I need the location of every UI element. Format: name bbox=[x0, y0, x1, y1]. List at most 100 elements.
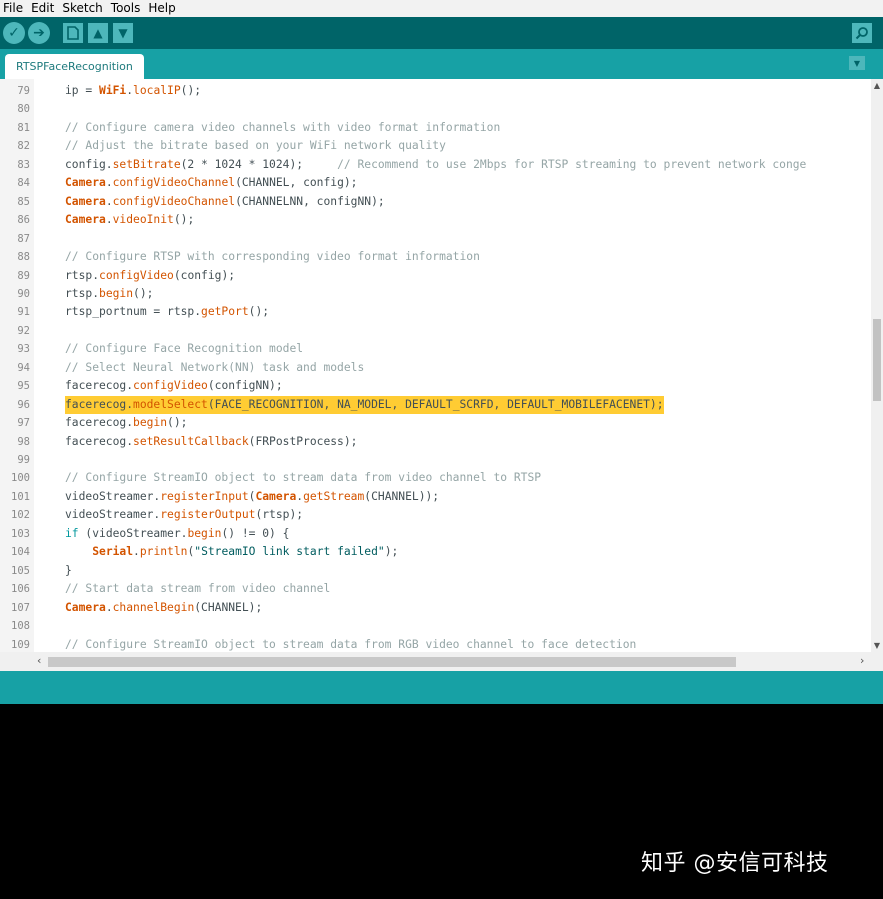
code-editor[interactable]: 79 ip = WiFi.localIP(); 80 81 // Configure c… bbox=[0, 79, 883, 652]
code-line[interactable]: 79 ip = WiFi.localIP(); bbox=[0, 82, 871, 100]
code-line[interactable]: 92 bbox=[0, 322, 871, 340]
menu-file[interactable]: File bbox=[0, 0, 28, 17]
vertical-scroll-thumb[interactable] bbox=[873, 319, 881, 401]
line-code: facerecog.configVideo(configNN); bbox=[65, 379, 283, 393]
code-line[interactable]: 88 // Configure RTSP with corresponding v… bbox=[0, 248, 871, 266]
line-code: facerecog.setResultCallback(FRPostProces… bbox=[65, 434, 358, 448]
line-code: // Adjust the bitrate based on your WiFi… bbox=[65, 139, 446, 153]
code-line[interactable]: 99 bbox=[0, 451, 871, 469]
code-line[interactable]: 80 bbox=[0, 100, 871, 118]
new-button[interactable] bbox=[63, 23, 83, 43]
chevron-down-icon: ▼ bbox=[853, 58, 861, 68]
code-line[interactable]: 109 // Configure StreamIO object to strea… bbox=[0, 636, 871, 653]
line-number: 80 bbox=[17, 103, 30, 116]
line-number: 106 bbox=[11, 583, 30, 596]
line-code: Serial.println("StreamIO link start fail… bbox=[92, 545, 399, 559]
line-code: facerecog.modelSelect(FACE_RECOGNITION, … bbox=[65, 395, 664, 414]
line-number: 91 bbox=[17, 306, 30, 319]
line-code: rtsp.begin(); bbox=[65, 286, 154, 300]
line-number: 104 bbox=[11, 546, 30, 559]
line-code: // Configure Face Recognition model bbox=[65, 342, 304, 356]
line-number: 109 bbox=[11, 638, 30, 651]
code-line[interactable]: 108 bbox=[0, 617, 871, 635]
menu-edit[interactable]: Edit bbox=[28, 0, 59, 17]
open-button[interactable]: ▲ bbox=[88, 23, 108, 43]
code-line[interactable]: 106 // Start data stream from video chann… bbox=[0, 580, 871, 598]
line-code: facerecog.begin(); bbox=[65, 416, 188, 430]
code-line[interactable]: 89 rtsp.configVideo(config); bbox=[0, 267, 871, 285]
line-number: 81 bbox=[17, 121, 30, 134]
line-number: 85 bbox=[17, 195, 30, 208]
verify-button[interactable]: ✓ bbox=[3, 22, 25, 44]
line-code: // Start data stream from video channel bbox=[65, 582, 331, 596]
line-number: 87 bbox=[17, 232, 30, 245]
code-line[interactable]: 90 rtsp.begin(); bbox=[0, 285, 871, 303]
line-number: 96 bbox=[17, 398, 30, 411]
menu-sketch[interactable]: Sketch bbox=[59, 0, 107, 17]
upload-button[interactable]: ➔ bbox=[28, 22, 50, 44]
line-number: 88 bbox=[17, 251, 30, 264]
vertical-scrollbar[interactable]: ▲ ▼ bbox=[871, 79, 883, 652]
code-line[interactable]: 91 rtsp_portnum = rtsp.getPort(); bbox=[0, 303, 871, 321]
line-number: 95 bbox=[17, 380, 30, 393]
code-line[interactable]: 95 facerecog.configVideo(configNN); bbox=[0, 377, 871, 395]
arrow-right-icon: ➔ bbox=[33, 25, 45, 41]
scroll-right-icon[interactable]: › bbox=[860, 654, 864, 667]
line-code: Camera.channelBegin(CHANNEL); bbox=[65, 600, 263, 614]
scroll-left-icon[interactable]: ‹ bbox=[37, 654, 41, 667]
line-code: } bbox=[65, 563, 72, 577]
line-number: 108 bbox=[11, 620, 30, 633]
code-line[interactable]: 86 Camera.videoInit(); bbox=[0, 211, 871, 229]
file-icon bbox=[67, 26, 79, 40]
menu-help[interactable]: Help bbox=[145, 0, 180, 17]
code-line[interactable]: 84 Camera.configVideoChannel(CHANNEL, con… bbox=[0, 174, 871, 192]
serial-monitor-button[interactable] bbox=[852, 23, 872, 43]
arrow-down-icon: ▼ bbox=[118, 26, 128, 40]
code-line[interactable]: 104 Serial.println("StreamIO link start … bbox=[0, 543, 871, 561]
code-line[interactable]: 107 Camera.channelBegin(CHANNEL); bbox=[0, 599, 871, 617]
line-number: 98 bbox=[17, 435, 30, 448]
menu-tools[interactable]: Tools bbox=[108, 0, 146, 17]
line-number: 103 bbox=[11, 527, 30, 540]
line-number: 86 bbox=[17, 214, 30, 227]
code-line[interactable]: 81 // Configure camera video channels wit… bbox=[0, 119, 871, 137]
code-line[interactable]: 94 // Select Neural Network(NN) task and … bbox=[0, 359, 871, 377]
code-line[interactable]: 87 bbox=[0, 230, 871, 248]
line-code: Camera.configVideoChannel(CHANNELNN, con… bbox=[65, 194, 385, 208]
code-line[interactable]: 97 facerecog.begin(); bbox=[0, 414, 871, 432]
line-number: 89 bbox=[17, 269, 30, 282]
magnifier-icon bbox=[855, 27, 868, 40]
code-line[interactable]: 101 videoStreamer.registerInput(Camera.ge… bbox=[0, 488, 871, 506]
save-button[interactable]: ▼ bbox=[113, 23, 133, 43]
scroll-up-icon[interactable]: ▲ bbox=[871, 81, 883, 90]
tab-rtspfacerecognition[interactable]: RTSPFaceRecognition bbox=[5, 54, 144, 79]
code-line[interactable]: 98 facerecog.setResultCallback(FRPostProc… bbox=[0, 433, 871, 451]
line-number: 107 bbox=[11, 601, 30, 614]
line-number: 99 bbox=[17, 454, 30, 466]
code-line[interactable]: 100 // Configure StreamIO object to strea… bbox=[0, 469, 871, 487]
watermark: 知乎 @安信可科技 bbox=[641, 851, 829, 876]
line-number: 100 bbox=[11, 472, 30, 485]
code-line[interactable]: 103 if (videoStreamer.begin() != 0) { bbox=[0, 525, 871, 543]
horizontal-scroll-thumb[interactable] bbox=[48, 657, 736, 667]
horizontal-scrollbar[interactable]: ‹ › bbox=[0, 652, 883, 671]
tab-menu-button[interactable]: ▼ bbox=[849, 56, 865, 70]
line-code: Camera.videoInit(); bbox=[65, 213, 195, 227]
code-line[interactable]: 83 config.setBitrate(2 * 1024 * 1024); //… bbox=[0, 156, 871, 174]
line-number: 79 bbox=[17, 85, 30, 97]
scroll-down-icon[interactable]: ▼ bbox=[871, 641, 883, 650]
line-code: Camera.configVideoChannel(CHANNEL, confi… bbox=[65, 176, 358, 190]
code-line[interactable]: 93 // Configure Face Recognition model bbox=[0, 340, 871, 358]
line-code: rtsp_portnum = rtsp.getPort(); bbox=[65, 305, 270, 319]
line-number: 105 bbox=[11, 564, 30, 577]
line-number: 90 bbox=[17, 287, 30, 300]
check-icon: ✓ bbox=[8, 25, 20, 41]
code-line[interactable]: 82 // Adjust the bitrate based on your Wi… bbox=[0, 137, 871, 155]
line-code: // Configure camera video channels with … bbox=[65, 120, 501, 134]
code-line[interactable]: 105} bbox=[0, 562, 871, 580]
code-line[interactable]: 102 videoStreamer.registerOutput(rtsp); bbox=[0, 506, 871, 524]
line-code: ip = WiFi.localIP(); bbox=[65, 84, 202, 97]
code-line[interactable]: 85 Camera.configVideoChannel(CHANNELNN, c… bbox=[0, 193, 871, 211]
code-line[interactable]: 96 facerecog.modelSelect(FACE_RECOGNITION… bbox=[0, 395, 871, 414]
line-number: 82 bbox=[17, 140, 30, 153]
